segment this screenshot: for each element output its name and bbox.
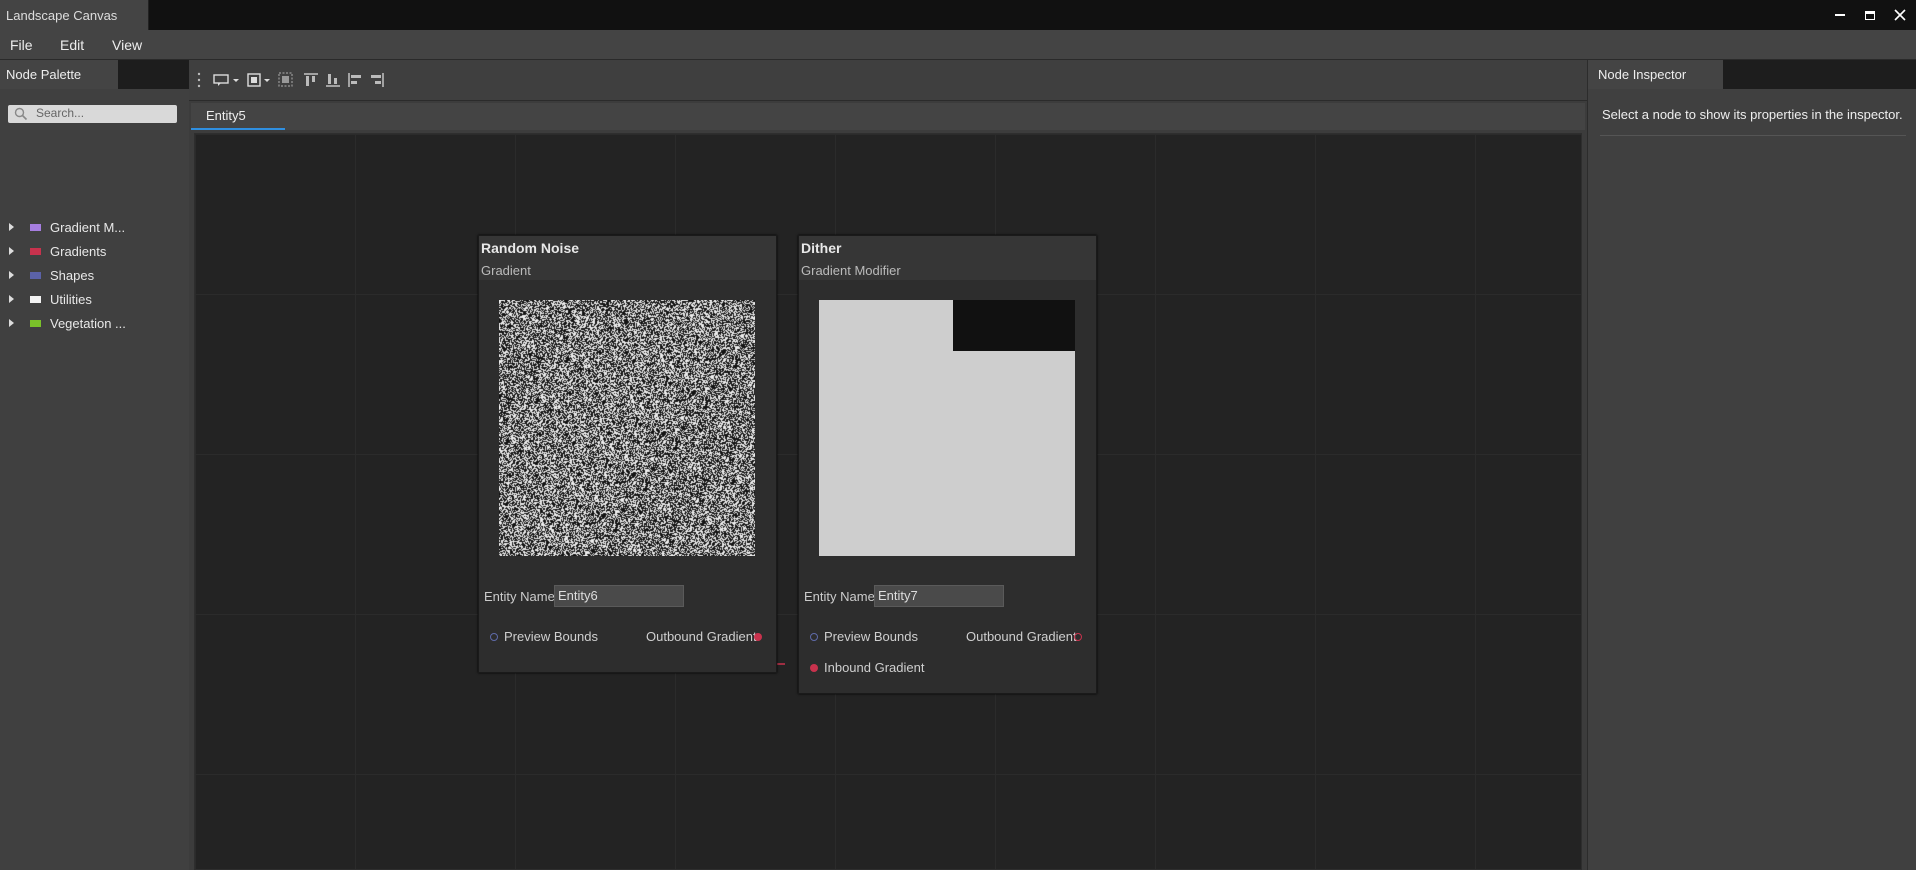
palette-item-label: Gradient M...	[50, 219, 126, 235]
palette-item-vegetation[interactable]: Vegetation ...	[0, 312, 189, 334]
preview-bounds-label: Preview Bounds	[824, 629, 918, 644]
menu-view[interactable]: View	[112, 30, 142, 59]
graph-toolbar	[189, 60, 1587, 101]
category-color-swatch	[30, 271, 41, 279]
minimize-icon	[1835, 14, 1845, 16]
window-title: Landscape Canvas	[0, 0, 149, 30]
expand-arrow-icon[interactable]	[9, 223, 14, 231]
inbound-gradient-label: Inbound Gradient	[824, 660, 925, 675]
outbound-gradient-pin[interactable]	[754, 633, 762, 641]
title-bar: Landscape Canvas	[0, 0, 1916, 30]
dither-dark-region	[953, 300, 1075, 351]
inspector-tab-bar: Node Inspector	[1588, 60, 1916, 89]
search-placeholder: Search...	[36, 106, 85, 120]
palette-item-label: Shapes	[50, 267, 95, 283]
node-title: Dither	[801, 240, 842, 256]
node-inspector-panel: Node Inspector Select a node to show its…	[1587, 60, 1916, 870]
preview-bounds-pin[interactable]	[810, 633, 818, 641]
expand-arrow-icon[interactable]	[9, 247, 14, 255]
palette-item-label: Vegetation ...	[50, 315, 126, 331]
divider	[1600, 135, 1906, 136]
noise-preview-image	[499, 300, 755, 556]
node-header[interactable]: Random Noise Gradient	[479, 236, 776, 280]
palette-item-gradients[interactable]: Gradients	[0, 240, 189, 262]
drag-handle-icon[interactable]	[197, 72, 201, 88]
add-comment-icon[interactable]	[213, 72, 241, 88]
menu-file[interactable]: File	[10, 30, 33, 59]
align-bottom-icon[interactable]	[325, 72, 341, 88]
inspector-empty-message: Select a node to show its properties in …	[1602, 107, 1903, 122]
tab-entity5[interactable]: Entity5	[191, 103, 285, 130]
graph-editor-area: Entity5 Random Noise Gradient Entity Nam…	[189, 60, 1587, 870]
entity-name-field[interactable]: Entity6	[554, 585, 684, 607]
document-tab-bar: Entity5	[191, 103, 1585, 130]
ungroup-icon[interactable]	[278, 72, 294, 88]
palette-tab-bar: Node Palette	[0, 60, 189, 89]
preview-bounds-pin[interactable]	[490, 633, 498, 641]
node-header[interactable]: Dither Gradient Modifier	[799, 236, 1096, 280]
align-right-icon[interactable]	[369, 72, 385, 88]
palette-search-input[interactable]: Search...	[8, 105, 177, 123]
graph-canvas[interactable]: Random Noise Gradient Entity Name Entity…	[194, 133, 1582, 870]
outbound-gradient-label: Outbound Gradient	[966, 629, 1077, 644]
tab-node-inspector[interactable]: Node Inspector	[1588, 60, 1723, 89]
close-icon	[1894, 9, 1906, 21]
outbound-gradient-pin[interactable]	[1074, 633, 1082, 641]
menu-bar: File Edit View	[0, 30, 1916, 60]
category-color-swatch	[30, 247, 41, 255]
node-palette-panel: Node Palette Search... Gradient M... Gra…	[0, 60, 190, 870]
category-color-swatch	[30, 319, 41, 327]
node-random-noise[interactable]: Random Noise Gradient Entity Name Entity…	[478, 235, 777, 673]
menu-edit[interactable]: Edit	[60, 30, 84, 59]
node-dither[interactable]: Dither Gradient Modifier Entity Name Ent…	[798, 235, 1097, 694]
outbound-gradient-label: Outbound Gradient	[646, 629, 757, 644]
expand-arrow-icon[interactable]	[9, 295, 14, 303]
entity-name-field[interactable]: Entity7	[874, 585, 1004, 607]
palette-item-shapes[interactable]: Shapes	[0, 264, 189, 286]
palette-item-gradient-modifiers[interactable]: Gradient M...	[0, 216, 189, 238]
node-subtitle: Gradient	[481, 263, 531, 278]
category-color-swatch	[30, 223, 41, 231]
expand-arrow-icon[interactable]	[9, 271, 14, 279]
palette-item-label: Gradients	[50, 243, 107, 259]
category-color-swatch	[30, 295, 41, 303]
close-button[interactable]	[1884, 0, 1916, 30]
node-title: Random Noise	[481, 240, 580, 256]
group-icon[interactable]	[247, 72, 275, 88]
dither-preview-image	[819, 300, 1075, 556]
align-left-icon[interactable]	[347, 72, 363, 88]
palette-item-utilities[interactable]: Utilities	[0, 288, 189, 310]
entity-name-label: Entity Name	[804, 589, 875, 604]
preview-bounds-label: Preview Bounds	[504, 629, 598, 644]
node-subtitle: Gradient Modifier	[801, 263, 901, 278]
search-icon	[14, 107, 28, 121]
palette-item-label: Utilities	[50, 291, 92, 307]
tab-node-palette[interactable]: Node Palette	[0, 60, 118, 89]
maximize-button[interactable]	[1854, 0, 1886, 30]
maximize-icon	[1865, 10, 1875, 20]
expand-arrow-icon[interactable]	[9, 319, 14, 327]
inbound-gradient-pin[interactable]	[810, 664, 818, 672]
minimize-button[interactable]	[1824, 0, 1856, 30]
entity-name-label: Entity Name	[484, 589, 555, 604]
align-top-icon[interactable]	[303, 72, 319, 88]
